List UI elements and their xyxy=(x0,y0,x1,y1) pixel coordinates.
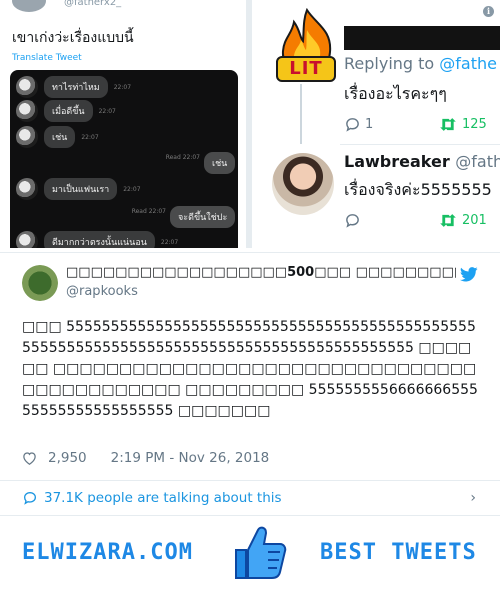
chat-time: 22:07 xyxy=(113,83,132,91)
chat-message: ดีมากกว่าตรงนั้นแน่นอน 22:07 xyxy=(16,231,178,248)
reply-action[interactable]: 1 xyxy=(344,116,373,133)
user-name: Lawbreaker @fath xyxy=(344,152,500,171)
replying-prefix: Replying to xyxy=(344,54,440,73)
reply-text: เรื่องอะไรคะๆๆ xyxy=(344,84,447,103)
chat-message-self: เช่น xyxy=(204,152,236,174)
tweet-meta: 2,950 2:19 PM - Nov 26, 2018 xyxy=(22,450,269,466)
chat-bubble: ดีมากกว่าตรงนั้นแน่นอน xyxy=(44,231,155,248)
chat-message: เมื่อดีขึ้น 22:07 xyxy=(16,100,116,122)
chat-time: 22:07 xyxy=(123,185,141,193)
chat-time: 22:07 xyxy=(81,133,99,141)
display-name[interactable]: □□□□□□□□□□□□□□□□□□500□□□ □□□□□□□□□□□□□□□ xyxy=(66,265,456,280)
reply-count: 1 xyxy=(365,117,374,132)
chat-avatar xyxy=(16,178,38,200)
tweet-separator xyxy=(340,144,500,145)
chat-bubble: เช่น xyxy=(44,126,76,148)
heart-icon[interactable] xyxy=(22,451,37,465)
chat-bubble: มาเป็นแฟนเรา xyxy=(44,178,118,200)
chat-avatar xyxy=(16,76,38,98)
tweet-text: เรื่องจริงค่ะ5555555 xyxy=(344,180,492,199)
chat-time: 22:07 xyxy=(98,107,116,115)
chat-avatar xyxy=(16,100,38,122)
screenshot-collage: @fatherx2_ เขาเก่งว่ะเรื่องแบบนี้ Transl… xyxy=(0,0,500,248)
chat-message-self: จะดีขึ้นใช่ปะ xyxy=(170,206,236,228)
redaction-bar xyxy=(344,26,500,50)
speech-bubble-icon xyxy=(23,491,37,505)
site-brand[interactable]: ELWIZARA.COM xyxy=(22,540,193,565)
retweet-count: 201 xyxy=(462,213,487,228)
read-receipt: Read 22:07 xyxy=(131,208,166,215)
retweet-count: 125 xyxy=(462,117,487,132)
conversation-link[interactable]: 37.1K people are talking about this › xyxy=(0,480,500,516)
chat-avatar xyxy=(16,126,38,148)
embedded-tweet: □□□□□□□□□□□□□□□□□□500□□□ □□□□□□□□□□□□□□□… xyxy=(0,252,500,480)
reply-action[interactable] xyxy=(344,212,361,229)
avatar xyxy=(12,0,46,12)
right-screenshot-tweet: i LIT Replying to @fathe เรื่องอะไรคะๆๆ … xyxy=(252,0,500,248)
retweet-action[interactable]: 201 xyxy=(438,212,487,229)
like-count: 2,950 xyxy=(48,450,87,466)
replying-to: Replying to @fathe xyxy=(344,54,497,73)
twitter-bird-icon[interactable] xyxy=(460,267,478,282)
chat-message: มาเป็นแฟนเรา 22:07 xyxy=(16,178,141,200)
chevron-right-icon: › xyxy=(470,490,476,506)
thread-line xyxy=(300,84,302,144)
lit-label: LIT xyxy=(276,56,336,82)
avatar[interactable] xyxy=(22,265,58,301)
chat-screenshot: ทาไรท่าไหม 22:07 เมื่อดีขึ้น 22:07 เช่น … xyxy=(10,70,238,248)
chat-avatar xyxy=(16,231,38,248)
chat-message: เช่น 22:07 xyxy=(16,126,99,148)
info-icon: i xyxy=(483,6,494,17)
chat-bubble: จะดีขึ้นใช่ปะ xyxy=(170,206,236,228)
avatar[interactable] xyxy=(272,153,334,215)
retweet-icon xyxy=(440,118,456,131)
best-tweets-label: BEST TWEETS xyxy=(320,540,477,565)
thumbs-up-icon xyxy=(235,526,287,579)
user-handle[interactable]: @rapkooks xyxy=(66,284,138,299)
chat-message: ทาไรท่าไหม 22:07 xyxy=(16,76,131,98)
retweet-action[interactable]: 125 xyxy=(438,116,487,133)
tweet-text: เขาเก่งว่ะเรื่องแบบนี้ xyxy=(12,30,134,46)
display-name: Lawbreaker xyxy=(344,152,450,171)
reply-icon xyxy=(346,214,359,228)
tweet-body: □□□ 555555555555555555555555555555555555… xyxy=(22,319,478,419)
translate-tweet-link[interactable]: Translate Tweet xyxy=(12,53,82,63)
talking-about-text: 37.1K people are talking about this xyxy=(44,490,282,506)
replying-handle-link[interactable]: @fathe xyxy=(439,54,497,73)
user-handle: @fath xyxy=(455,152,500,171)
chat-bubble: ทาไรท่าไหม xyxy=(44,76,108,98)
chat-bubble: เมื่อดีขึ้น xyxy=(44,100,93,122)
chat-bubble: เช่น xyxy=(204,152,236,174)
retweet-icon xyxy=(440,214,456,227)
site-banner: ELWIZARA.COM BEST TWEETS xyxy=(0,516,500,590)
read-receipt: Read 22:07 xyxy=(165,154,200,161)
tweet-handle: @fatherx2_ xyxy=(64,0,122,8)
tweet-timestamp[interactable]: 2:19 PM - Nov 26, 2018 xyxy=(111,450,270,466)
left-screenshot-tweet: @fatherx2_ เขาเก่งว่ะเรื่องแบบนี้ Transl… xyxy=(0,0,246,248)
chat-time: 22:07 xyxy=(160,238,179,246)
reply-icon xyxy=(346,118,359,132)
